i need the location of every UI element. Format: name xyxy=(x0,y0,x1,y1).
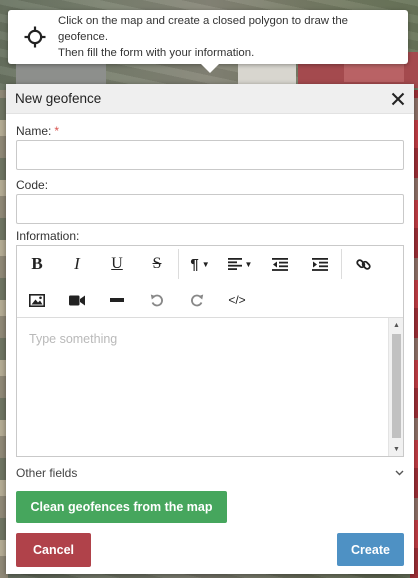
horizontal-rule-button[interactable] xyxy=(97,282,137,318)
align-dropdown[interactable]: ▼ xyxy=(220,246,260,282)
code-view-button[interactable]: </> xyxy=(217,282,257,318)
new-geofence-panel: New geofence Name: * Code: Information: B… xyxy=(6,84,414,574)
chevron-down-icon xyxy=(395,470,404,476)
code-label: Code: xyxy=(16,178,49,192)
caret-down-icon: ▼ xyxy=(201,259,210,269)
toolbar-row-2: </> xyxy=(17,282,257,318)
italic-button[interactable]: I xyxy=(57,246,97,282)
information-label: Information: xyxy=(16,229,80,243)
bold-button[interactable]: B xyxy=(17,246,57,282)
name-label: Name: * xyxy=(16,124,59,138)
other-fields-toggle[interactable]: Other fields xyxy=(16,464,404,482)
horizontal-rule-icon xyxy=(110,298,124,302)
hint-text: Click on the map and create a closed pol… xyxy=(58,13,398,61)
cancel-button[interactable]: Cancel xyxy=(16,533,91,567)
undo-icon xyxy=(150,294,163,307)
caret-down-icon: ▼ xyxy=(244,259,253,269)
close-button[interactable] xyxy=(388,89,408,109)
toolbar-row-1: B I U S ¶ ▼ ▼ xyxy=(17,246,383,282)
link-icon xyxy=(355,258,371,270)
panel-header: New geofence xyxy=(6,84,414,114)
crosshair-icon xyxy=(24,26,46,48)
scroll-up-icon[interactable]: ▲ xyxy=(389,318,404,332)
video-button[interactable] xyxy=(57,282,97,318)
strikethrough-button[interactable]: S xyxy=(137,246,177,282)
information-editor: B I U S ¶ ▼ ▼ </> Type something ▲ ▼ xyxy=(16,245,404,457)
indent-button[interactable] xyxy=(300,246,340,282)
clean-geofences-button[interactable]: Clean geofences from the map xyxy=(16,491,227,523)
image-icon xyxy=(29,293,45,307)
close-icon xyxy=(391,92,405,105)
name-label-text: Name: xyxy=(16,124,52,138)
outdent-button[interactable] xyxy=(260,246,300,282)
code-input[interactable] xyxy=(16,194,404,224)
draw-hint-tooltip: Click on the map and create a closed pol… xyxy=(8,10,408,73)
outdent-icon xyxy=(272,257,288,271)
other-fields-label: Other fields xyxy=(16,466,78,480)
editor-placeholder: Type something xyxy=(29,332,118,346)
toolbar-divider xyxy=(178,249,179,279)
undo-button[interactable] xyxy=(137,282,177,318)
required-marker: * xyxy=(54,124,60,138)
name-input[interactable] xyxy=(16,140,404,170)
panel-title: New geofence xyxy=(15,91,102,106)
create-button[interactable]: Create xyxy=(337,533,404,566)
indent-icon xyxy=(312,257,328,271)
redo-button[interactable] xyxy=(177,282,217,318)
hint-line-2: Then fill the form with your information… xyxy=(58,47,255,59)
editor-scrollbar[interactable]: ▲ ▼ xyxy=(388,318,403,456)
scrollbar-thumb[interactable] xyxy=(392,334,401,438)
redo-icon xyxy=(191,294,204,307)
hint-line-1: Click on the map and create a closed pol… xyxy=(58,15,348,43)
editor-toolbar: B I U S ¶ ▼ ▼ </> xyxy=(17,246,403,318)
toolbar-divider xyxy=(341,249,342,279)
underline-button[interactable]: U xyxy=(97,246,137,282)
information-textarea[interactable]: Type something xyxy=(17,318,387,456)
paragraph-icon: ¶ xyxy=(190,255,199,273)
link-button[interactable] xyxy=(343,246,383,282)
image-button[interactable] xyxy=(17,282,57,318)
align-left-icon xyxy=(227,258,242,270)
scroll-down-icon[interactable]: ▼ xyxy=(389,442,404,456)
video-icon xyxy=(69,295,85,305)
paragraph-style-dropdown[interactable]: ¶ ▼ xyxy=(180,246,220,282)
